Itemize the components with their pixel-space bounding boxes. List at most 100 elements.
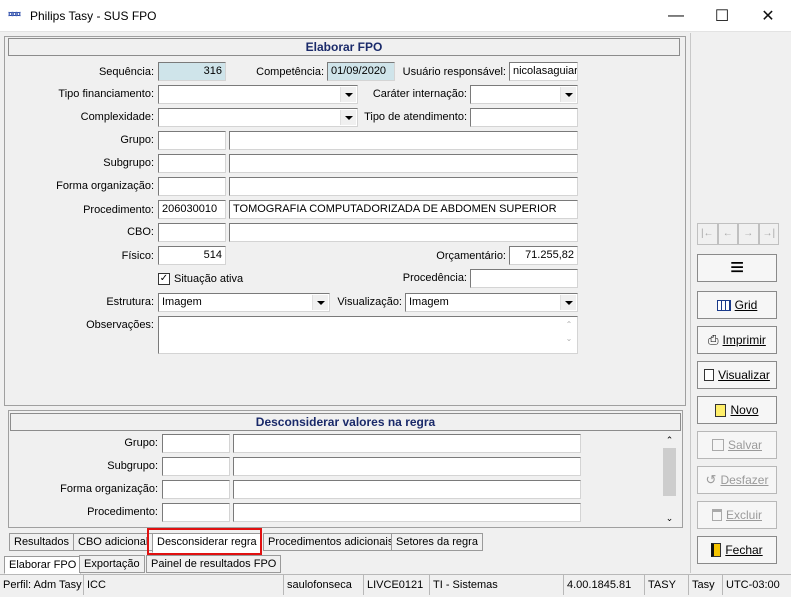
desc-subgrupo-desc-field[interactable]	[233, 457, 581, 476]
desc-grupo-desc-field[interactable]	[233, 434, 581, 453]
status-db: Tasy	[688, 575, 722, 595]
grid-icon	[716, 299, 731, 311]
salvar-label: Salvar	[727, 438, 762, 452]
imprimir-label: Imprimir	[722, 333, 766, 347]
chevron-down-icon[interactable]	[312, 295, 328, 310]
salvar-button[interactable]: Salvar	[697, 431, 777, 459]
observacoes-textarea[interactable]	[158, 316, 578, 354]
imprimir-button[interactable]: ⎙ Imprimir	[697, 326, 777, 354]
tab-exportacao[interactable]: Exportação	[79, 555, 145, 573]
tipo-atendimento-field[interactable]	[470, 108, 578, 127]
trash-icon	[711, 509, 722, 521]
grid-label: Grid	[734, 298, 758, 312]
desc-procedimento-desc-field[interactable]	[233, 503, 581, 522]
chevron-down-icon[interactable]	[340, 110, 356, 125]
grid-button[interactable]: Grid	[697, 291, 777, 319]
situacao-ativa-label: Situação ativa	[174, 273, 244, 285]
prev-record-icon[interactable]: ←	[717, 223, 738, 245]
forma-organizacao-desc-field[interactable]	[229, 177, 578, 196]
desc-procedimento-code-field[interactable]	[162, 503, 230, 522]
visualizacao-value: Imagem	[409, 296, 449, 308]
observacoes-label: Observações:	[86, 319, 154, 331]
chevron-down-icon[interactable]	[340, 87, 356, 102]
usuario-label: Usuário responsável:	[402, 66, 506, 78]
chevron-down-icon[interactable]	[560, 87, 576, 102]
undo-icon: ↺	[705, 472, 717, 487]
subgrupo-desc-field[interactable]	[229, 154, 578, 173]
grupo-label: Grupo:	[120, 134, 154, 146]
sequencia-field[interactable]: 316	[158, 62, 226, 81]
fisico-label: Físico:	[121, 250, 154, 262]
status-app: TASY	[644, 575, 688, 595]
status-user: saulofonseca	[283, 575, 363, 595]
cbo-desc-field[interactable]	[229, 223, 578, 242]
tipo-financiamento-select[interactable]	[158, 85, 358, 104]
grupo-code-field[interactable]	[158, 131, 226, 150]
fechar-label: Fechar	[725, 543, 763, 557]
tab-setores-da-regra[interactable]: Setores da regra	[391, 533, 483, 551]
next-record-icon[interactable]: →	[738, 223, 759, 245]
cbo-code-field[interactable]	[158, 223, 226, 242]
procedimento-desc-field[interactable]: TOMOGRAFIA COMPUTADORIZADA DE ABDOMEN SU…	[229, 200, 578, 219]
procedimento-label: Procedimento:	[83, 204, 154, 216]
desc-forma-code-field[interactable]	[162, 480, 230, 499]
estrutura-label: Estrutura:	[106, 296, 154, 308]
forma-organizacao-code-field[interactable]	[158, 177, 226, 196]
competencia-field[interactable]: 01/09/2020	[327, 62, 395, 81]
procedimento-code-field[interactable]: 206030010	[158, 200, 226, 219]
tab-procedimentos-adicionais[interactable]: Procedimentos adicionais	[263, 533, 399, 551]
desc-forma-desc-field[interactable]	[233, 480, 581, 499]
first-record-icon[interactable]: |←	[697, 223, 718, 245]
desc-grupo-code-field[interactable]	[162, 434, 230, 453]
status-version: 4.00.1845.81	[563, 575, 644, 595]
visualizacao-select[interactable]: Imagem	[405, 293, 578, 312]
scroll-down-icon[interactable]: ⌄	[661, 510, 678, 526]
sequencia-label: Sequência:	[98, 66, 154, 78]
competencia-label: Competência:	[256, 66, 324, 78]
usuario-field[interactable]: nicolasaguiar	[509, 62, 578, 81]
excluir-button[interactable]: Excluir	[697, 501, 777, 529]
printer-icon: ⎙	[708, 332, 719, 347]
scroll-thumb[interactable]	[663, 448, 676, 496]
orcamentario-label: Orçamentário:	[436, 250, 506, 262]
procedencia-label: Procedência:	[402, 272, 467, 284]
status-dept: TI - Sistemas	[429, 575, 563, 595]
desc-subgrupo-code-field[interactable]	[162, 457, 230, 476]
side-divider	[690, 33, 691, 573]
chevron-down-icon[interactable]	[560, 295, 576, 310]
desfazer-label: Desfazer	[720, 473, 769, 487]
menu-button[interactable]: ≡	[697, 254, 777, 282]
grupo-desc-field[interactable]	[229, 131, 578, 150]
procedencia-field[interactable]	[470, 269, 578, 288]
carater-label: Caráter internação:	[372, 88, 467, 100]
record-navigator: |← ← → →|	[697, 223, 779, 245]
window-title: Philips Tasy - SUS FPO	[30, 9, 157, 23]
complexidade-select[interactable]	[158, 108, 358, 127]
orcamentario-field[interactable]: 71.255,82	[509, 246, 578, 265]
tab-painel-resultados[interactable]: Painel de resultados FPO	[146, 555, 282, 573]
desfazer-button[interactable]: ↺ Desfazer	[697, 466, 777, 494]
fechar-button[interactable]: Fechar	[697, 536, 777, 564]
situacao-ativa-checkbox[interactable]: ✓	[158, 273, 170, 285]
save-icon	[711, 439, 724, 451]
subgrupo-code-field[interactable]	[158, 154, 226, 173]
tab-elaborar-fpo[interactable]: Elaborar FPO	[4, 556, 82, 574]
novo-button[interactable]: Novo	[697, 396, 777, 424]
visualizar-button[interactable]: Visualizar	[697, 361, 777, 389]
scroll-up-icon[interactable]: ⌃	[661, 432, 678, 448]
observacoes-scrollbar[interactable]: ⌃ ⌄	[563, 318, 575, 352]
close-window-button[interactable]: ✕	[745, 0, 791, 32]
tab-resultados[interactable]: Resultados	[9, 533, 75, 551]
estrutura-select[interactable]: Imagem	[158, 293, 330, 312]
visualizacao-label: Visualização:	[337, 296, 402, 308]
status-timezone: UTC-03:00	[722, 575, 791, 595]
maximize-button[interactable]: ☐	[699, 0, 745, 32]
new-document-icon	[715, 403, 727, 417]
fisico-field[interactable]: 514	[158, 246, 226, 265]
tab-cbo-adicional[interactable]: CBO adicional	[73, 533, 154, 551]
desconsiderar-scrollbar[interactable]: ⌃ ⌄	[661, 432, 678, 526]
minimize-button[interactable]: —	[653, 0, 699, 32]
title-bar: ¤¤¤ Philips Tasy - SUS FPO — ☐ ✕	[0, 0, 791, 32]
carater-select[interactable]	[470, 85, 578, 104]
last-record-icon[interactable]: →|	[758, 223, 779, 245]
